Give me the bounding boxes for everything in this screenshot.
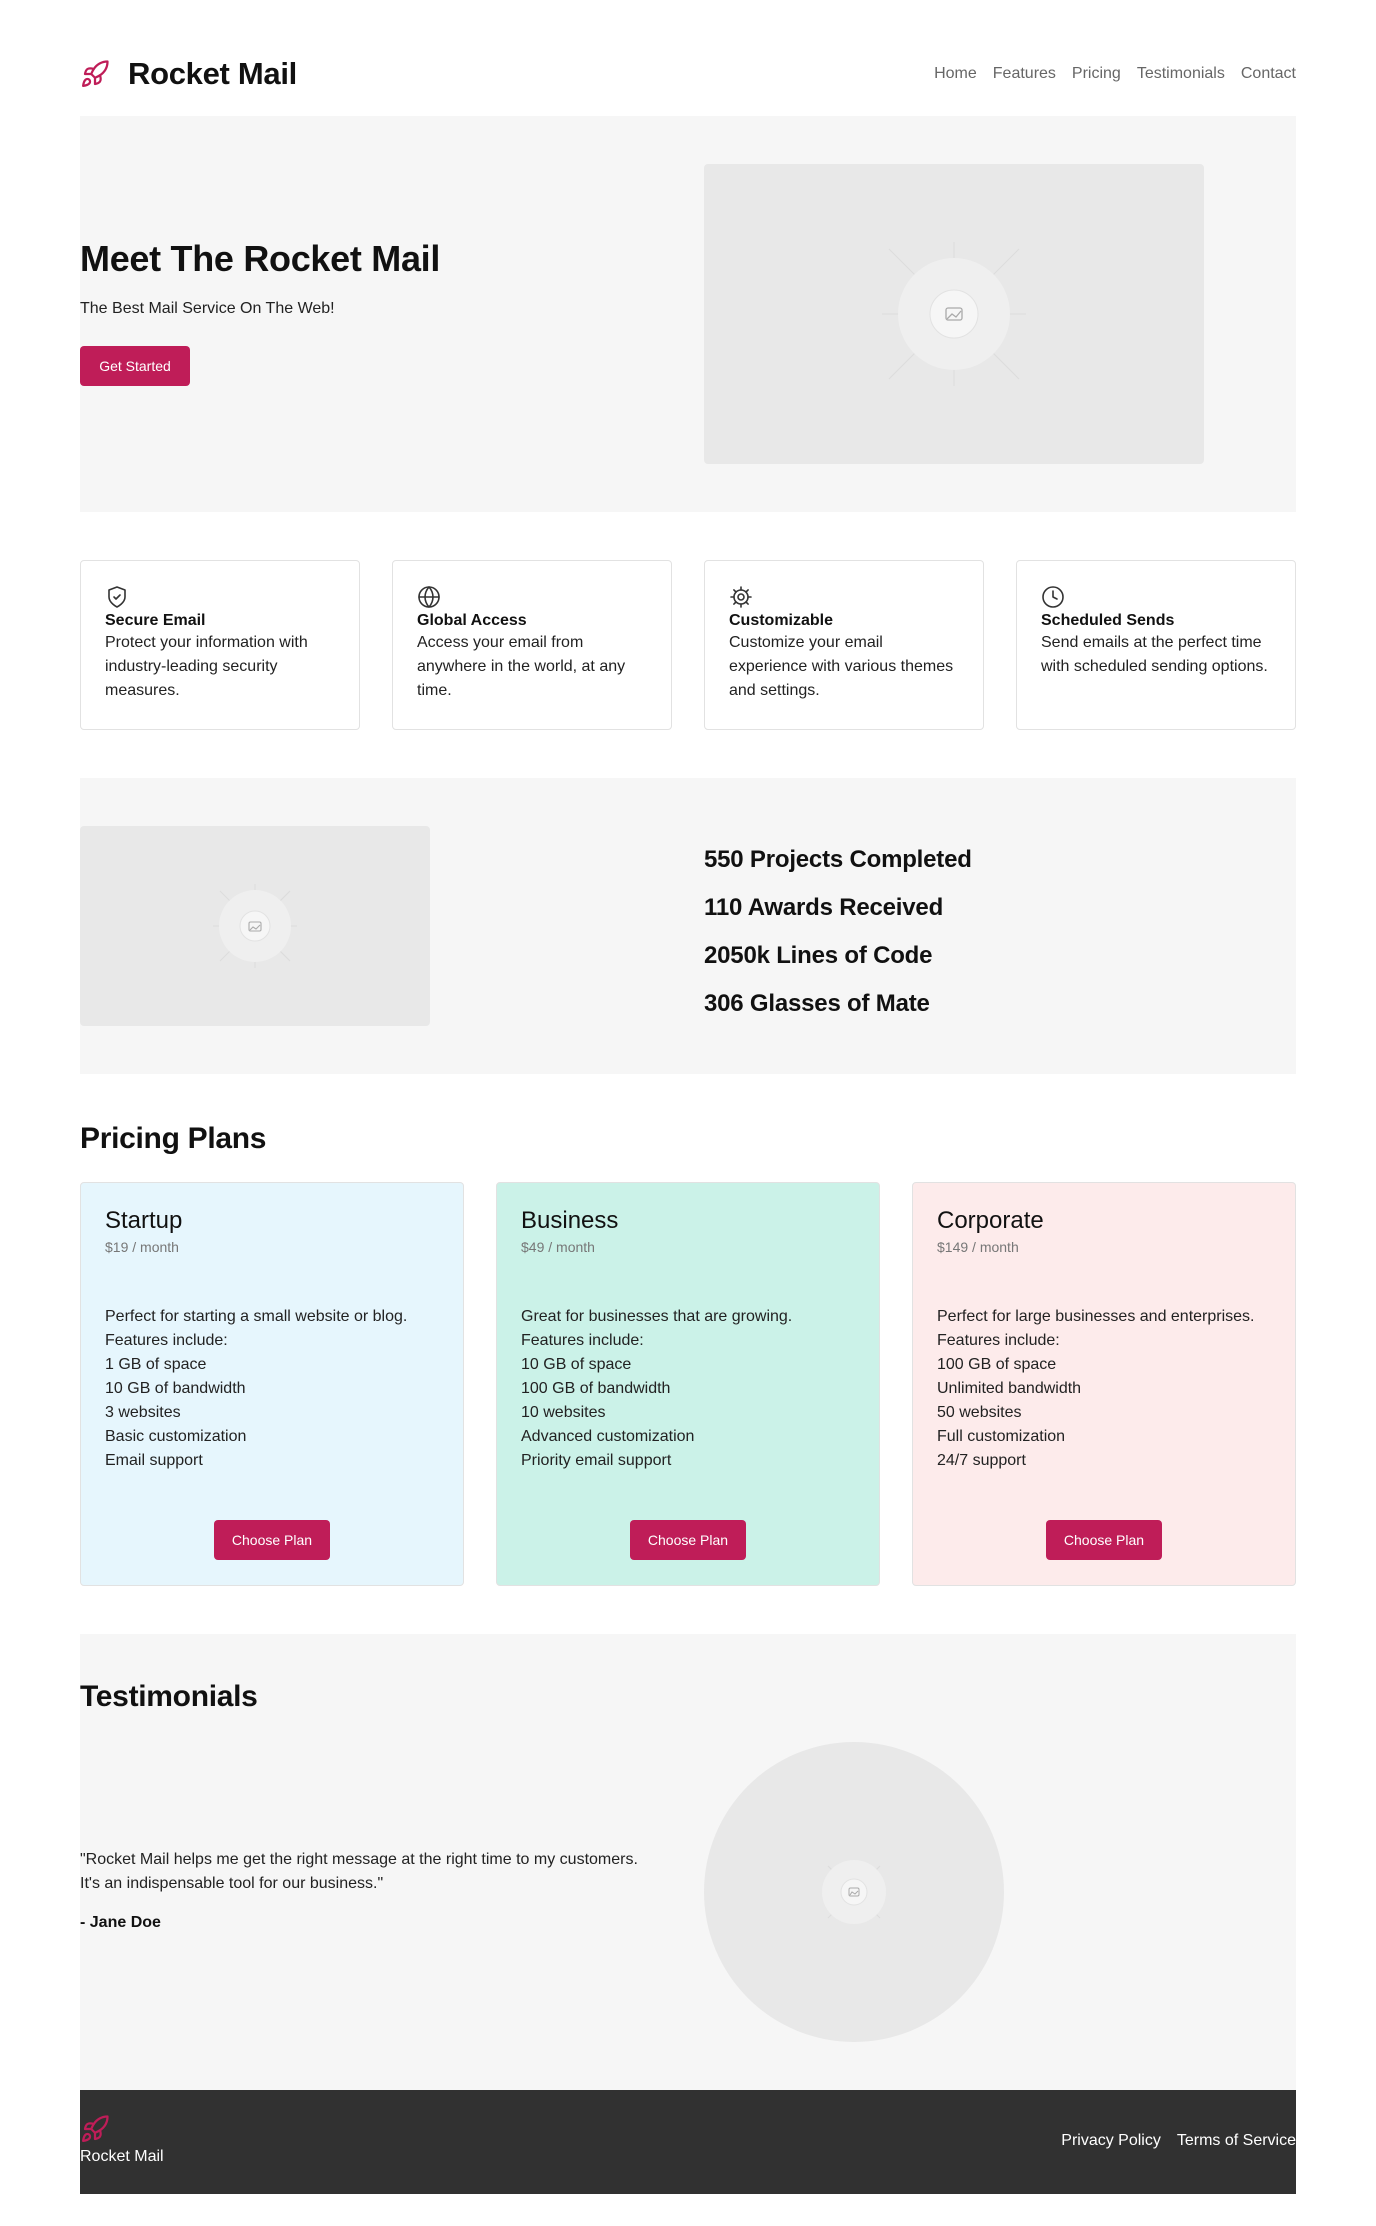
- plan-line: 100 GB of bandwidth: [521, 1380, 671, 1397]
- terms-of-service-link[interactable]: Terms of Service: [1177, 2132, 1296, 2150]
- feature-title: Global Access: [417, 612, 527, 629]
- stat-item: 2050k Lines of Code: [704, 942, 933, 969]
- stat-item: 306 Glasses of Mate: [704, 990, 930, 1017]
- stats-section: 550 Projects Completed 110 Awards Receiv…: [80, 778, 1296, 1074]
- nav-link-contact[interactable]: Contact: [1241, 65, 1296, 83]
- nav-link-testimonials[interactable]: Testimonials: [1137, 65, 1225, 83]
- get-started-button[interactable]: Get Started: [80, 346, 190, 386]
- plan-line: 10 GB of space: [521, 1356, 632, 1373]
- plan-line: 3 websites: [105, 1404, 181, 1421]
- site-footer: Rocket Mail Privacy Policy Terms of Serv…: [80, 2090, 1296, 2194]
- feature-text: Protect your information with industry-l…: [105, 634, 308, 699]
- nav-link-pricing[interactable]: Pricing: [1072, 65, 1121, 83]
- image-placeholder-icon: [213, 884, 297, 968]
- nav-link-home[interactable]: Home: [934, 65, 977, 83]
- footer-brand-name: Rocket Mail: [80, 2148, 164, 2165]
- choose-plan-button[interactable]: Choose Plan: [630, 1520, 746, 1560]
- choose-plan-button[interactable]: Choose Plan: [214, 1520, 330, 1560]
- globe-icon: [418, 586, 440, 608]
- plan-line: Basic customization: [105, 1428, 247, 1445]
- feature-card: Scheduled Sends Send emails at the perfe…: [1016, 560, 1296, 730]
- plan-line: Advanced customization: [521, 1428, 695, 1445]
- image-placeholder-icon: [882, 242, 1026, 386]
- features-section: Secure Email Protect your information wi…: [80, 560, 1296, 730]
- testimonial-quote: "Rocket Mail helps me get the right mess…: [80, 1851, 638, 1892]
- stats-list: 550 Projects Completed 110 Awards Receiv…: [704, 836, 972, 1028]
- stats-image: [80, 826, 430, 1026]
- plan-line: Email support: [105, 1452, 203, 1469]
- plan-name: Startup: [105, 1207, 183, 1234]
- plan-line: Full customization: [937, 1428, 1066, 1445]
- brand-name: Rocket Mail: [128, 56, 297, 91]
- plan-name: Business: [521, 1207, 619, 1234]
- plan-price: $149 / month: [937, 1239, 1019, 1255]
- hero-title: Meet The Rocket Mail: [80, 238, 441, 279]
- rocket-icon: [80, 59, 110, 89]
- testimonials-section: Testimonials "Rocket Mail helps me get t…: [80, 1634, 1296, 2090]
- feature-text: Customize your email experience with var…: [729, 634, 954, 699]
- plan-line: 24/7 support: [937, 1452, 1026, 1469]
- stat-item: 110 Awards Received: [704, 894, 944, 921]
- stat-item: 550 Projects Completed: [704, 846, 972, 873]
- hero-section: Meet The Rocket Mail The Best Mail Servi…: [80, 116, 1296, 512]
- plan-description: Perfect for large businesses and enterpr…: [937, 1305, 1271, 1473]
- image-placeholder-icon: [822, 1860, 886, 1924]
- plan-line: 10 websites: [521, 1404, 606, 1421]
- plan-price: $19 / month: [105, 1239, 179, 1255]
- feature-title: Scheduled Sends: [1041, 612, 1175, 629]
- plan-line: Great for businesses that are growing. F…: [521, 1308, 793, 1349]
- site-header: Rocket Mail Home Features Pricing Testim…: [80, 52, 1296, 96]
- plan-name: Corporate: [937, 1207, 1044, 1234]
- plan-description: Perfect for starting a small website or …: [105, 1305, 439, 1473]
- main-nav: Home Features Pricing Testimonials Conta…: [934, 65, 1296, 83]
- plan-card-startup: Startup $19 / month Perfect for starting…: [80, 1182, 464, 1586]
- nav-link-features[interactable]: Features: [993, 65, 1056, 83]
- testimonial-avatar: [704, 1742, 1004, 2042]
- feature-title: Secure Email: [105, 612, 206, 629]
- feature-card: Customizable Customize your email experi…: [704, 560, 984, 730]
- plan-card-corporate: Corporate $149 / month Perfect for large…: [912, 1182, 1296, 1586]
- clock-icon: [1042, 586, 1064, 608]
- plan-line: Perfect for starting a small website or …: [105, 1308, 408, 1349]
- plan-line: 10 GB of bandwidth: [105, 1380, 246, 1397]
- plan-card-business: Business $49 / month Great for businesse…: [496, 1182, 880, 1586]
- feature-text: Access your email from anywhere in the w…: [417, 634, 626, 699]
- pricing-plans: Startup $19 / month Perfect for starting…: [80, 1182, 1296, 1586]
- rocket-icon: [80, 2114, 110, 2149]
- gear-icon: [730, 586, 752, 608]
- feature-card: Global Access Access your email from any…: [392, 560, 672, 730]
- feature-card: Secure Email Protect your information wi…: [80, 560, 360, 730]
- plan-description: Great for businesses that are growing. F…: [521, 1305, 855, 1473]
- feature-text: Send emails at the perfect time with sch…: [1041, 634, 1268, 675]
- plan-price: $49 / month: [521, 1239, 595, 1255]
- hero-image: [704, 164, 1204, 464]
- plan-line: 50 websites: [937, 1404, 1022, 1421]
- feature-title: Customizable: [729, 612, 834, 629]
- hero-subtitle: The Best Mail Service On The Web!: [80, 300, 335, 317]
- privacy-policy-link[interactable]: Privacy Policy: [1061, 2132, 1161, 2150]
- plan-line: Perfect for large businesses and enterpr…: [937, 1308, 1255, 1349]
- testimonial-author: - Jane Doe: [80, 1914, 161, 1931]
- shield-icon: [108, 586, 126, 608]
- pricing-title: Pricing Plans: [80, 1122, 267, 1155]
- plan-line: Unlimited bandwidth: [937, 1380, 1082, 1397]
- plan-line: 100 GB of space: [937, 1356, 1057, 1373]
- brand[interactable]: Rocket Mail: [80, 56, 297, 92]
- testimonials-title: Testimonials: [80, 1680, 258, 1713]
- plan-line: 1 GB of space: [105, 1356, 207, 1373]
- footer-links: Privacy Policy Terms of Service: [1061, 2132, 1296, 2150]
- plan-line: Priority email support: [521, 1452, 672, 1469]
- choose-plan-button[interactable]: Choose Plan: [1046, 1520, 1162, 1560]
